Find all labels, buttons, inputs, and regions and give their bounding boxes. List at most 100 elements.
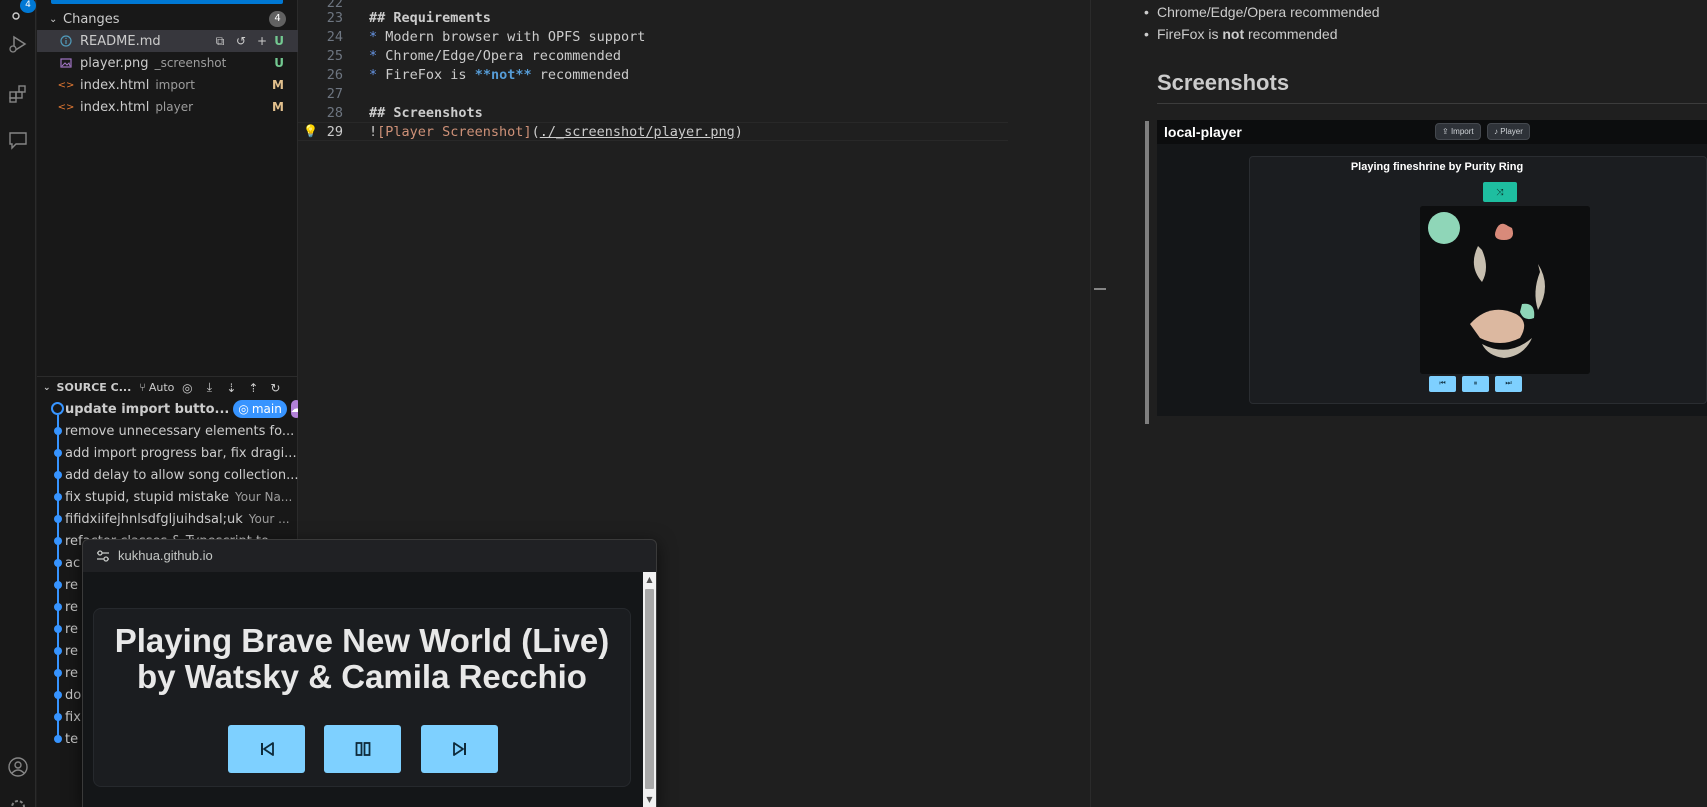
shot-player-label: Player [1500,127,1523,136]
file-dir: player [155,100,194,114]
image-file-icon [59,56,73,70]
commit-author: Your Na... [235,490,293,504]
pause-icon [355,742,370,756]
activity-bar: 4 [0,0,36,807]
editor-line: 23 ## Requirements [298,9,1008,28]
line-text: recommended [531,67,630,83]
changed-file-index-player[interactable]: <> index.html player M [37,96,298,118]
run-debug-icon[interactable] [4,30,32,58]
auto-branch-filter[interactable]: ⑂ Auto [139,381,174,394]
pause-button[interactable] [324,725,401,773]
commit-message: re [65,577,79,593]
branch-name: main [251,402,282,416]
sash-handle[interactable] [1094,288,1106,290]
info-icon [59,34,73,48]
shot-shuffle-icon: ⤨ [1483,182,1517,202]
shot-pause-icon: ⏸ [1462,376,1489,392]
commit-message: do [65,687,82,703]
next-track-button[interactable] [421,725,498,773]
shot-player-button: ♪ Player [1487,123,1530,140]
shot-app-title: local-player [1164,124,1242,140]
bullet-marker: * [369,67,378,83]
push-icon[interactable]: ⇡ [244,379,262,397]
settings-gear-icon[interactable] [4,793,32,807]
previous-track-button[interactable] [228,725,305,773]
line-number: 27 [326,86,343,102]
shot-now-playing: Playing fineshrine by Purity Ring [1350,161,1524,173]
chevron-down-icon: ⌄ [49,13,58,25]
changes-header[interactable]: ⌄ Changes 4 [37,8,298,30]
extensions-icon[interactable] [4,80,32,108]
file-status: U [274,56,284,70]
commit-row[interactable]: remove unnecessary elements fo... [37,420,298,442]
pip-player-window[interactable]: kukhua.github.io Playing Brave New World… [82,539,657,807]
changed-file-index-import[interactable]: <> index.html import M [37,74,298,96]
commit-message: fix stupid, stupid mistake [65,489,230,505]
fetch-icon[interactable]: ⤓ [200,379,218,397]
preview-list-item: FireFox is not recommended [1144,26,1337,42]
scroll-thumb[interactable] [645,589,654,789]
editor-line: 28 ## Screenshots [298,104,1008,123]
refresh-icon[interactable]: ↻ [266,379,284,397]
commit-node [54,691,62,699]
stage-changes-icon[interactable]: + [254,33,270,49]
commit-node [54,735,62,743]
changed-file-player-png[interactable]: player.png _screenshot U [37,52,298,74]
link-url[interactable]: ./_screenshot/player.png [540,124,735,140]
commit-button-accent[interactable] [51,0,283,4]
preview-list-item: Chrome/Edge/Opera recommended [1144,4,1380,20]
account-icon[interactable] [4,753,32,781]
html-file-icon: <> [57,79,75,91]
commit-message: te [65,731,79,747]
scroll-down-icon[interactable]: ▼ [645,794,654,806]
split-sash[interactable] [1090,0,1107,807]
scroll-up-icon[interactable]: ▲ [645,574,654,586]
bullet-marker: * [369,29,378,45]
file-dir: _screenshot [154,56,227,70]
head-commit-node [51,402,64,415]
line-number: 28 [326,105,343,121]
commit-row[interactable]: add import progress bar, fix dragi... [37,442,298,464]
line-text: FireFox is [377,67,475,83]
shot-prev-icon: ⏮ [1429,376,1456,392]
commit-row[interactable]: fix stupid, stupid mistake Your Na... [37,486,298,508]
shot-import-button: ⇪ Import [1435,123,1481,140]
line-number: 26 [326,67,343,83]
site-settings-icon[interactable] [95,548,111,564]
line-number: 24 [326,29,343,45]
commit-row[interactable]: add delay to allow song collection... [37,464,298,486]
target-icon[interactable]: ◎ [178,379,196,397]
li-bold: not [1222,26,1245,42]
commit-message: re [65,599,79,615]
commit-node [54,669,62,677]
editor-line: 24 * Modern browser with OPFS support [298,28,1008,47]
blockquote-bar [1145,121,1149,424]
open-file-icon[interactable]: ⧉ [212,33,228,49]
commit-node [54,493,62,501]
commit-row[interactable]: fifidxiifejhnlsdfgljuihdsal;uk Your ... [37,508,298,530]
discard-changes-icon[interactable]: ↺ [233,33,249,49]
pip-scrollbar[interactable]: ▲ ▼ [643,572,656,807]
comments-icon[interactable] [4,126,32,154]
lightbulb-icon[interactable]: 💡 [303,124,318,138]
file-dir: import [155,78,195,92]
changed-file-readme[interactable]: README.md ⧉ ↺ + U [37,30,298,52]
commit-author: Your ... [248,512,290,526]
bullet-marker: * [369,48,378,64]
branch-icon: ⑂ [139,381,146,394]
pip-title-bar[interactable]: kukhua.github.io [83,540,656,572]
source-control-icon[interactable]: 4 [4,0,36,28]
source-control-graph-header[interactable]: ⌄ SOURCE C... ⑂ Auto ◎ ⤓ ⇣ ⇡ ↻ [37,376,298,398]
link-text: [Player Screenshot] [377,124,532,140]
commit-row[interactable]: update import butto... ◎ main ☁ [37,398,298,420]
pip-host: kukhua.github.io [118,548,213,563]
line-number: 25 [326,48,343,64]
line-text: Modern browser with OPFS support [377,29,646,45]
player-card: Playing Brave New World (Live) by Watsky… [93,608,631,787]
pull-icon[interactable]: ⇣ [222,379,240,397]
shot-next-icon: ⏭ [1495,376,1522,392]
shot-top-bar: local-player ⇪ Import ♪ Player [1157,120,1707,144]
commit-message: re [65,643,79,659]
commit-node [54,471,62,479]
commit-node [54,581,62,589]
